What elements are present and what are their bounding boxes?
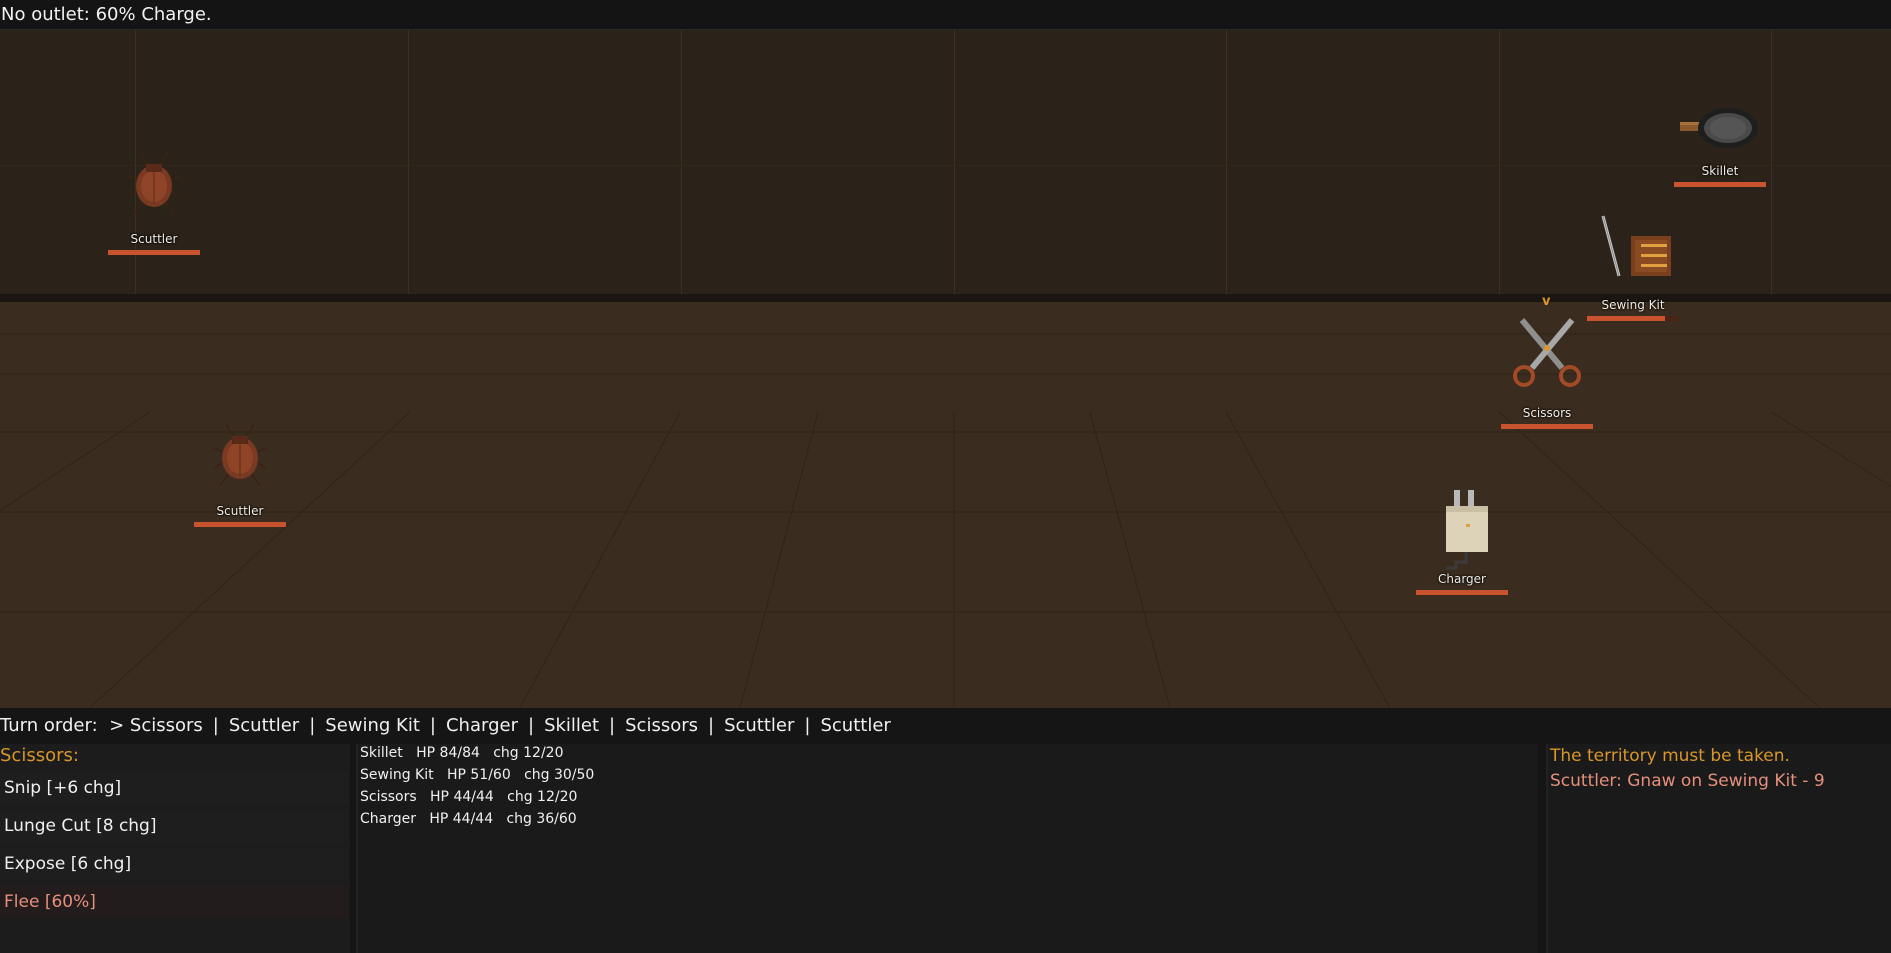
turn-order-entry: > Scissors [109, 715, 203, 736]
hp-bar [194, 522, 286, 527]
status-message: No outlet: 60% Charge. [1, 4, 212, 25]
party-status-panel: Skillet HP 84/84 chg 12/20 Sewing Kit HP… [356, 744, 1538, 953]
scissors-icon [1513, 318, 1581, 387]
turn-order-entry: Charger [445, 715, 518, 736]
unit-charger[interactable]: Charger [1416, 488, 1508, 628]
turn-order-entry: Scuttler [724, 715, 795, 736]
turn-order-separator: | [309, 715, 316, 736]
log-line-enemy: Scuttler: Gnaw on Sewing Kit - 9 [1550, 771, 1825, 791]
hp-bar [1587, 316, 1665, 321]
unit-name: Scuttler [216, 504, 264, 518]
turn-order-separator: | [429, 715, 436, 736]
unit-scuttler-floor[interactable]: Scuttler [194, 422, 286, 562]
party-row-scissors: Scissors HP 44/44 chg 12/20 [360, 789, 578, 805]
snip-action-button[interactable]: Snip [+6 chg] [0, 772, 348, 804]
status-bar: No outlet: 60% Charge. [0, 0, 1891, 30]
turn-order-entry: Sewing Kit [325, 715, 420, 736]
party-row-skillet: Skillet HP 84/84 chg 12/20 [360, 745, 564, 761]
unit-name: Charger [1438, 572, 1486, 586]
cockroach-icon [213, 423, 267, 487]
combat-log-panel: The territory must be taken. Scuttler: G… [1546, 744, 1891, 953]
turn-order-entry: Scissors [625, 715, 698, 736]
turn-order-separator: | [212, 715, 219, 736]
lunge-cut-action-button[interactable]: Lunge Cut [8 chg] [0, 810, 348, 842]
hp-bar [108, 250, 200, 255]
unit-skillet[interactable]: Skillet [1674, 106, 1766, 187]
hp-bar [1674, 182, 1766, 187]
hp-bar [1416, 590, 1508, 595]
unit-scissors[interactable]: v Scissors [1501, 294, 1593, 434]
turn-order-label: Turn order: [0, 715, 98, 736]
sewing-kit-icon [1601, 215, 1671, 277]
party-row-charger: Charger HP 44/44 chg 36/60 [360, 811, 577, 827]
expose-action-button[interactable]: Expose [6 chg] [0, 848, 348, 880]
unit-scuttler-top[interactable]: Scuttler [108, 150, 200, 290]
turn-order-bar: Turn order: > Scissors | Scuttler | Sewing K… [0, 708, 1891, 744]
turn-order-entry: Scuttler [228, 715, 300, 736]
battlefield: Scuttler Scuttler Skillet Sewing Kit v S… [0, 30, 1891, 708]
actions-panel: Scissors: Snip [+6 chg] Lunge Cut [8 chg… [0, 744, 350, 953]
unit-name: Scissors [1522, 406, 1572, 420]
active-unit-title: Scissors: [0, 745, 79, 766]
party-row-sewing-kit: Sewing Kit HP 51/60 chg 30/50 [360, 767, 595, 783]
cockroach-icon [127, 151, 181, 215]
charger-icon [1446, 490, 1488, 570]
unit-name: Sewing Kit [1601, 298, 1665, 312]
turn-order-separator: | [804, 715, 811, 736]
flee-action-button[interactable]: Flee [60%] [0, 886, 348, 918]
turn-order-separator: | [708, 715, 715, 736]
turn-order-separator: | [609, 715, 616, 736]
turn-order-entry: Scuttler [820, 715, 891, 736]
log-line-system: The territory must be taken. [1550, 746, 1790, 766]
turn-order-separator: | [527, 715, 535, 736]
skillet-icon [1680, 108, 1758, 148]
unit-name: Skillet [1701, 164, 1739, 178]
unit-sewing-kit[interactable]: Sewing Kit [1587, 215, 1679, 321]
hp-bar [1501, 424, 1593, 429]
unit-name: Scuttler [130, 232, 178, 246]
turn-order-entry: Skillet [544, 715, 600, 736]
target-marker: v [1542, 294, 1551, 309]
